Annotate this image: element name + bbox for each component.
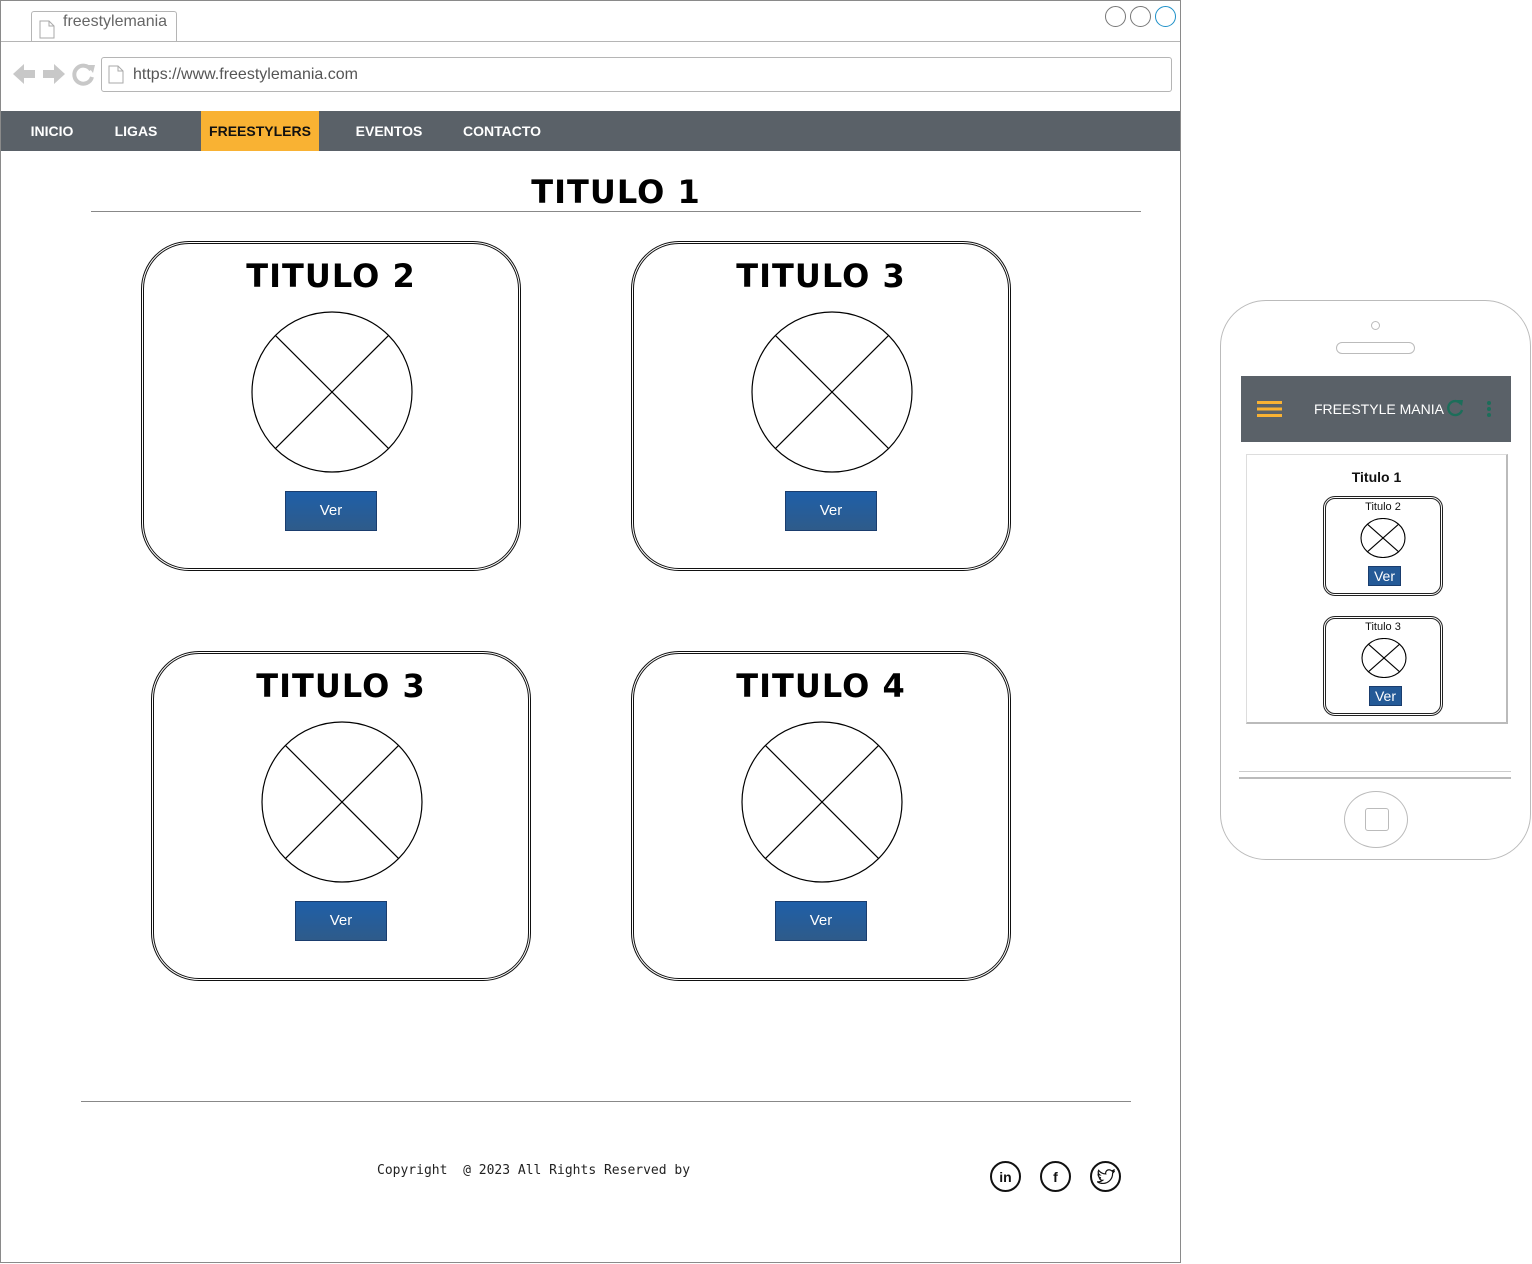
nav-item-freestylers[interactable]: FREESTYLERS (201, 111, 319, 151)
hamburger-menu-icon[interactable] (1257, 400, 1282, 418)
refresh-icon[interactable] (1445, 398, 1465, 418)
facebook-glyph: f (1053, 1168, 1058, 1185)
mobile-ver-button[interactable]: Ver (1368, 566, 1401, 586)
image-placeholder-icon (251, 311, 413, 473)
reload-icon[interactable] (71, 61, 97, 92)
address-bar[interactable]: https://www.freestylemania.com (101, 57, 1172, 92)
copyright-text: Copyright @ 2023 All Rights Reserved by (377, 1163, 691, 1178)
mobile-horizontal-scrollbar[interactable] (1239, 771, 1511, 779)
window-controls (1105, 6, 1176, 27)
facebook-icon[interactable]: f (1040, 1161, 1071, 1192)
mobile-app-title: FREESTYLE MANIA (1314, 401, 1444, 417)
content-card: TITULO 3 Ver (151, 651, 531, 981)
card-title: TITULO 2 (246, 257, 416, 295)
twitter-bird-icon (1096, 1168, 1115, 1184)
main-navbar: INICIO LIGAS FREESTYLERS EVENTOS CONTACT… (1, 111, 1180, 151)
content-card: TITULO 2 Ver (141, 241, 521, 571)
mobile-app-bar: FREESTYLE MANIA (1241, 376, 1511, 442)
content-card: TITULO 3 Ver (631, 241, 1011, 571)
nav-item-ligas[interactable]: LIGAS (105, 111, 167, 151)
back-arrow-icon[interactable] (11, 61, 37, 92)
browser-tab[interactable]: freestylemania (31, 11, 177, 42)
forward-arrow-icon[interactable] (41, 61, 67, 92)
mobile-page-title: Titulo 1 (1351, 469, 1402, 485)
ver-button[interactable]: Ver (285, 491, 377, 531)
phone-home-button[interactable] (1344, 791, 1408, 848)
page-title: TITULO 1 (531, 173, 701, 211)
browser-nav-buttons (11, 61, 97, 92)
restore-icon[interactable] (1130, 6, 1151, 27)
phone-mockup: FREESTYLE MANIA Titulo 1 Titulo 2 Ver Ti… (1220, 300, 1531, 860)
card-title: TITULO 3 (736, 257, 906, 295)
url-text: https://www.freestylemania.com (133, 66, 358, 83)
page-icon (108, 65, 124, 89)
more-vert-icon[interactable] (1486, 400, 1492, 418)
home-square-icon (1365, 808, 1389, 831)
linkedin-icon[interactable]: in (990, 1161, 1021, 1192)
ver-button[interactable]: Ver (785, 491, 877, 531)
browser-window: freestylemania https://www.freestylemani… (0, 0, 1181, 1263)
image-placeholder-icon (1360, 518, 1406, 558)
phone-camera (1371, 321, 1380, 330)
mobile-card: Titulo 3 Ver (1323, 616, 1443, 716)
footer-divider (81, 1101, 1131, 1102)
ver-button[interactable]: Ver (295, 901, 387, 941)
mobile-card: Titulo 2 Ver (1323, 496, 1443, 596)
title-divider (91, 211, 1141, 212)
ver-button[interactable]: Ver (775, 901, 867, 941)
mobile-ver-button[interactable]: Ver (1369, 686, 1402, 706)
mobile-content: Titulo 1 Titulo 2 Ver Titulo 3 Ver (1246, 454, 1508, 724)
mobile-card-title: Titulo 3 (1365, 621, 1401, 633)
nav-item-eventos[interactable]: EVENTOS (347, 111, 431, 151)
card-title: TITULO 3 (256, 667, 426, 705)
content-card: TITULO 4 Ver (631, 651, 1011, 981)
image-placeholder-icon (1361, 638, 1407, 678)
tab-strip-divider (1, 41, 1180, 42)
twitter-icon[interactable] (1090, 1161, 1121, 1192)
close-icon[interactable] (1155, 6, 1176, 27)
nav-item-contacto[interactable]: CONTACTO (453, 111, 551, 151)
image-placeholder-icon (751, 311, 913, 473)
image-placeholder-icon (261, 721, 423, 883)
minimize-icon[interactable] (1105, 6, 1126, 27)
image-placeholder-icon (741, 721, 903, 883)
nav-item-inicio[interactable]: INICIO (19, 111, 85, 151)
card-title: TITULO 4 (736, 667, 906, 705)
phone-speaker (1336, 342, 1415, 354)
tab-title: freestylemania (63, 13, 168, 30)
linkedin-glyph: in (999, 1168, 1012, 1185)
mobile-card-title: Titulo 2 (1365, 501, 1401, 513)
